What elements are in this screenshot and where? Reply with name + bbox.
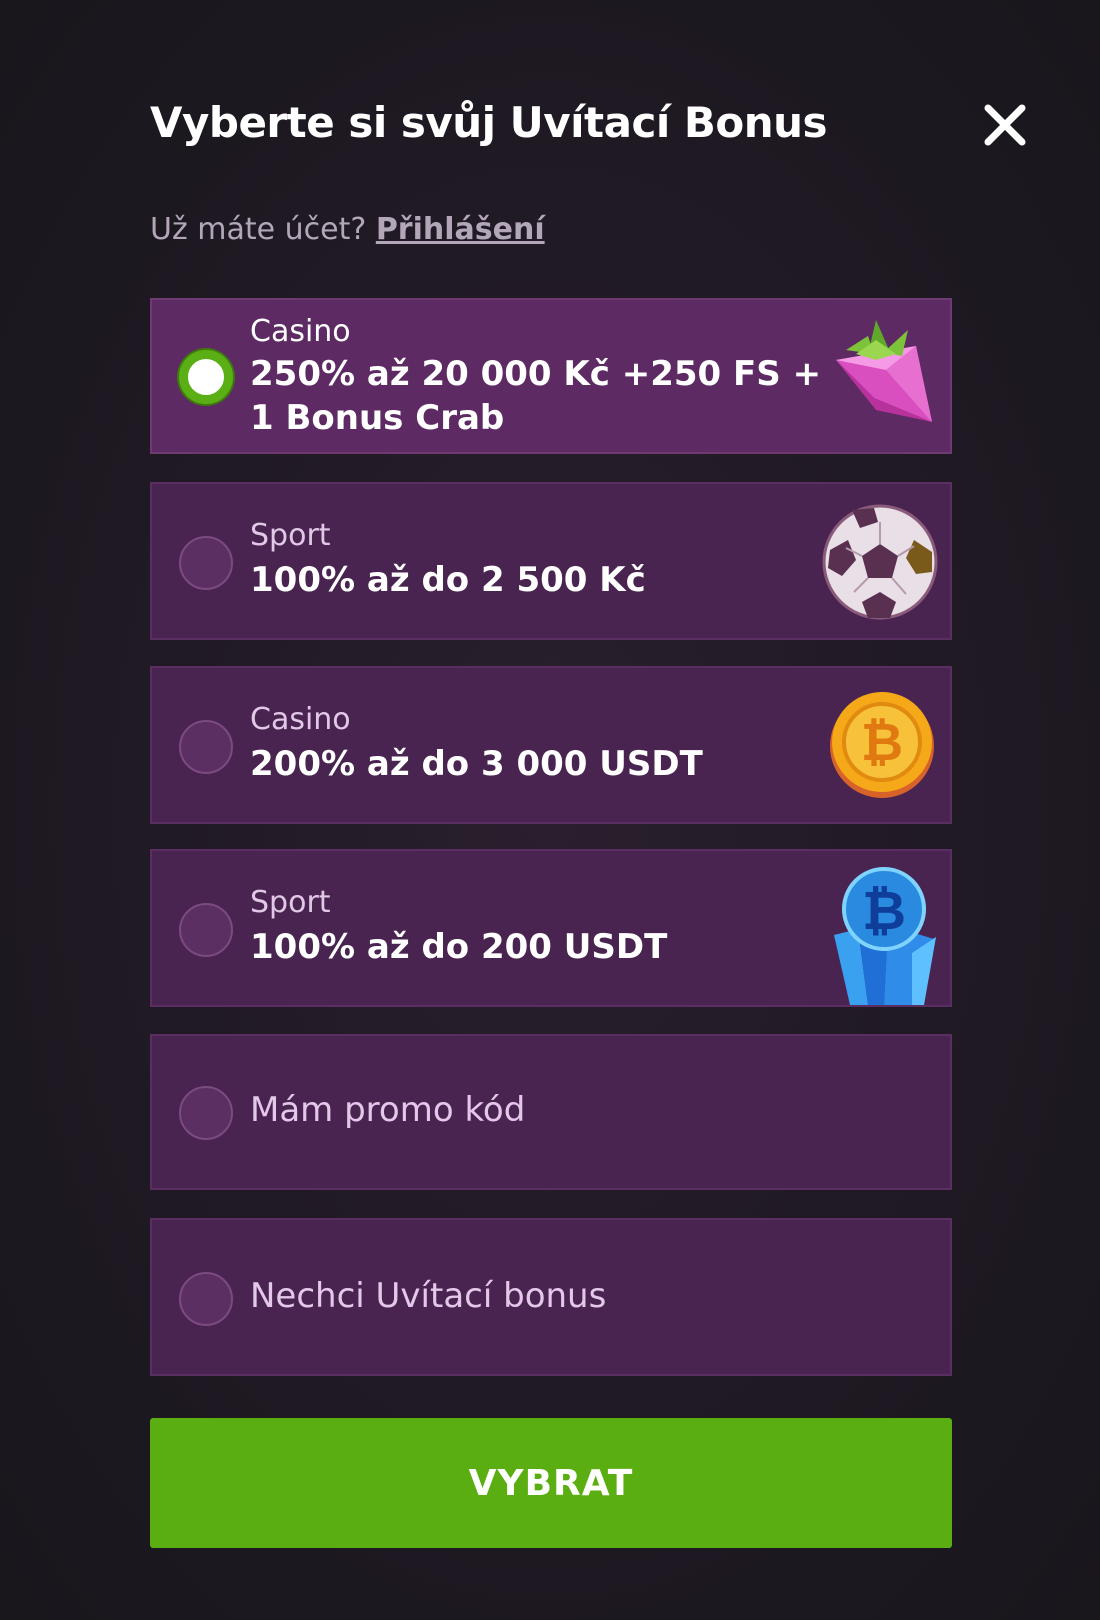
promo-code-option[interactable]: Mám promo kód (150, 1034, 952, 1190)
strawberry-gem-icon (836, 320, 932, 422)
bonus-option-casino-1[interactable]: Casino 250% až 20 000 Kč +250 FS + 1 Bon… (150, 298, 952, 454)
option-category: Casino (250, 314, 351, 349)
bonus-option-sport-2[interactable]: Sport 100% až do 200 USDT ₿ (150, 849, 952, 1007)
option-offer: 100% až do 2 500 Kč (250, 560, 646, 600)
option-offer: 100% až do 200 USDT (250, 927, 668, 967)
bonus-option-sport-1[interactable]: Sport 100% až do 2 500 Kč (150, 482, 952, 640)
soccer-ball-icon (822, 504, 938, 620)
bonus-modal: Vyberte si svůj Uvítací Bonus Už máte úč… (0, 0, 1100, 1620)
modal-title: Vyberte si svůj Uvítací Bonus (150, 98, 828, 147)
submit-button[interactable]: VYBRAT (150, 1418, 952, 1548)
option-offer-line2: 1 Bonus Crab (250, 398, 505, 438)
login-prompt-line: Už máte účet? Přihlášení (150, 212, 545, 247)
svg-text:₿: ₿ (861, 713, 903, 773)
option-offer: 250% až 20 000 Kč +250 FS + (250, 354, 822, 394)
close-icon[interactable] (980, 100, 1030, 150)
radio-unselected[interactable] (179, 536, 233, 590)
svg-text:₿: ₿ (862, 879, 906, 942)
radio-unselected[interactable] (179, 903, 233, 957)
no-bonus-option[interactable]: Nechci Uvítací bonus (150, 1218, 952, 1376)
option-label: Nechci Uvítací bonus (250, 1276, 607, 1316)
option-label: Mám promo kód (250, 1090, 526, 1130)
bitcoin-coin-icon: ₿ (830, 692, 934, 798)
bonus-option-casino-2[interactable]: Casino 200% až do 3 000 USDT ₿ (150, 666, 952, 824)
login-link[interactable]: Přihlášení (376, 212, 545, 247)
login-prompt: Už máte účet? (150, 212, 367, 247)
radio-selected[interactable] (179, 350, 233, 404)
option-category: Sport (250, 518, 331, 553)
radio-unselected[interactable] (179, 720, 233, 774)
radio-unselected[interactable] (179, 1086, 233, 1140)
option-offer: 200% až do 3 000 USDT (250, 744, 703, 784)
option-category: Sport (250, 885, 331, 920)
radio-unselected[interactable] (179, 1272, 233, 1326)
option-category: Casino (250, 702, 351, 737)
bitcoin-crystal-icon: ₿ (834, 867, 936, 1005)
